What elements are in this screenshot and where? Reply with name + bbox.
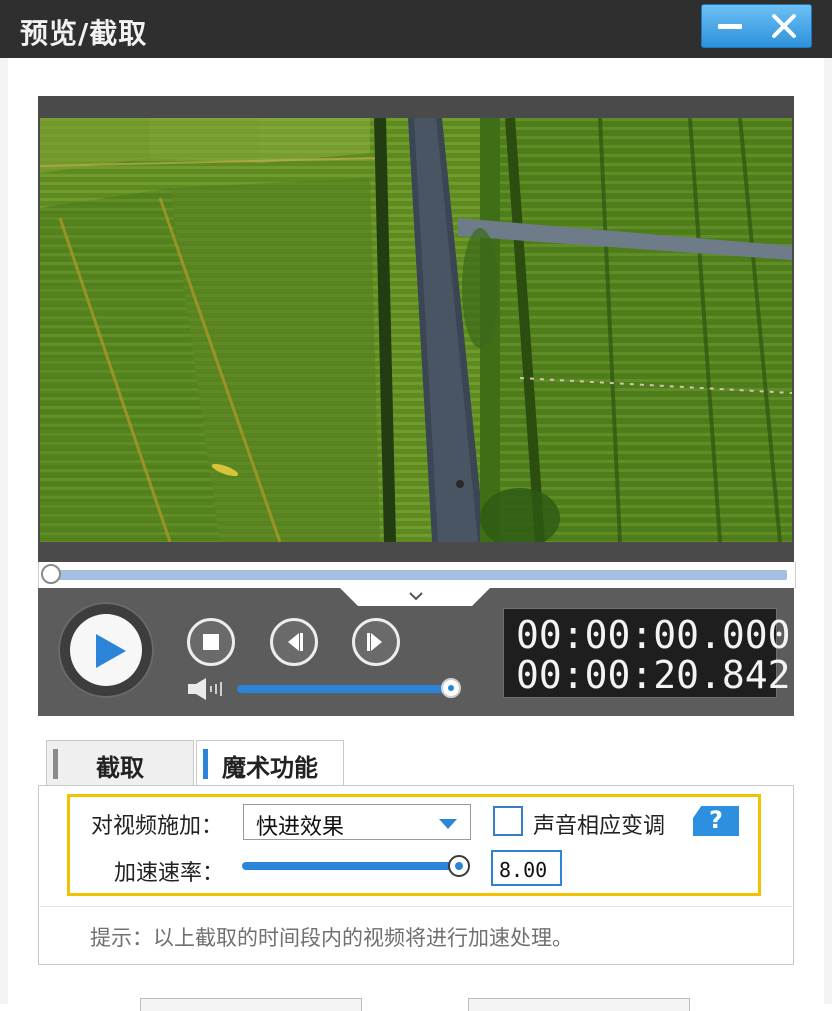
- volume-icon[interactable]: [186, 676, 226, 702]
- collapse-chevron-icon[interactable]: [408, 589, 424, 603]
- window-controls: [701, 4, 812, 48]
- help-icon: ?: [709, 806, 723, 834]
- close-icon: [772, 14, 796, 38]
- pitch-checkbox-label: 声音相应变调: [533, 814, 666, 839]
- help-button[interactable]: ?: [693, 806, 739, 836]
- divider: [40, 906, 792, 907]
- hint-text: 提示：以上截取的时间段内的视频将进行加速处理。: [90, 926, 573, 950]
- title-bar: 预览/截取: [0, 0, 832, 58]
- timeline: [38, 562, 796, 588]
- tab-label: 截取: [96, 754, 144, 782]
- volume-slider-track[interactable]: [237, 685, 451, 693]
- close-button[interactable]: [757, 5, 811, 47]
- prev-frame-button[interactable]: [270, 618, 318, 666]
- bottom-button-right[interactable]: [468, 998, 690, 1011]
- prev-frame-icon: [288, 633, 303, 651]
- bottom-button-left[interactable]: [140, 998, 362, 1011]
- total-duration: 00:00:20.842: [516, 653, 791, 697]
- timeline-track[interactable]: [49, 570, 787, 580]
- timeline-scrubber[interactable]: [41, 564, 61, 584]
- next-frame-button[interactable]: [352, 618, 400, 666]
- video-frame-image: [40, 118, 792, 542]
- effect-dropdown[interactable]: 快进效果: [243, 804, 471, 840]
- speed-rate-input[interactable]: [491, 850, 562, 886]
- effect-selected-value: 快进效果: [256, 815, 345, 840]
- volume-slider-knob[interactable]: [441, 678, 461, 698]
- video-preview[interactable]: [40, 118, 792, 542]
- speed-slider-knob[interactable]: [448, 855, 470, 877]
- stop-button[interactable]: [187, 618, 235, 666]
- speed-rate-label: 加速速率：: [114, 861, 225, 886]
- next-frame-icon: [367, 633, 382, 651]
- speed-slider-track[interactable]: [242, 862, 460, 870]
- window-title: 预览/截取: [20, 17, 148, 50]
- dropdown-arrow-icon: [439, 819, 457, 829]
- play-icon: [96, 634, 126, 668]
- tab-magic[interactable]: 魔术功能: [196, 740, 344, 788]
- time-display: 00:00:00.000 00:00:20.842: [503, 608, 791, 698]
- tab-cut[interactable]: 截取: [46, 740, 194, 786]
- pitch-checkbox[interactable]: [493, 806, 523, 836]
- tab-label: 魔术功能: [222, 754, 318, 782]
- current-time: 00:00:00.000: [516, 613, 791, 657]
- play-button-face: [70, 614, 142, 686]
- minimize-button[interactable]: [702, 5, 756, 47]
- stop-icon: [203, 634, 219, 650]
- play-button[interactable]: [58, 602, 154, 698]
- apply-effect-label: 对视频施加：: [91, 814, 224, 839]
